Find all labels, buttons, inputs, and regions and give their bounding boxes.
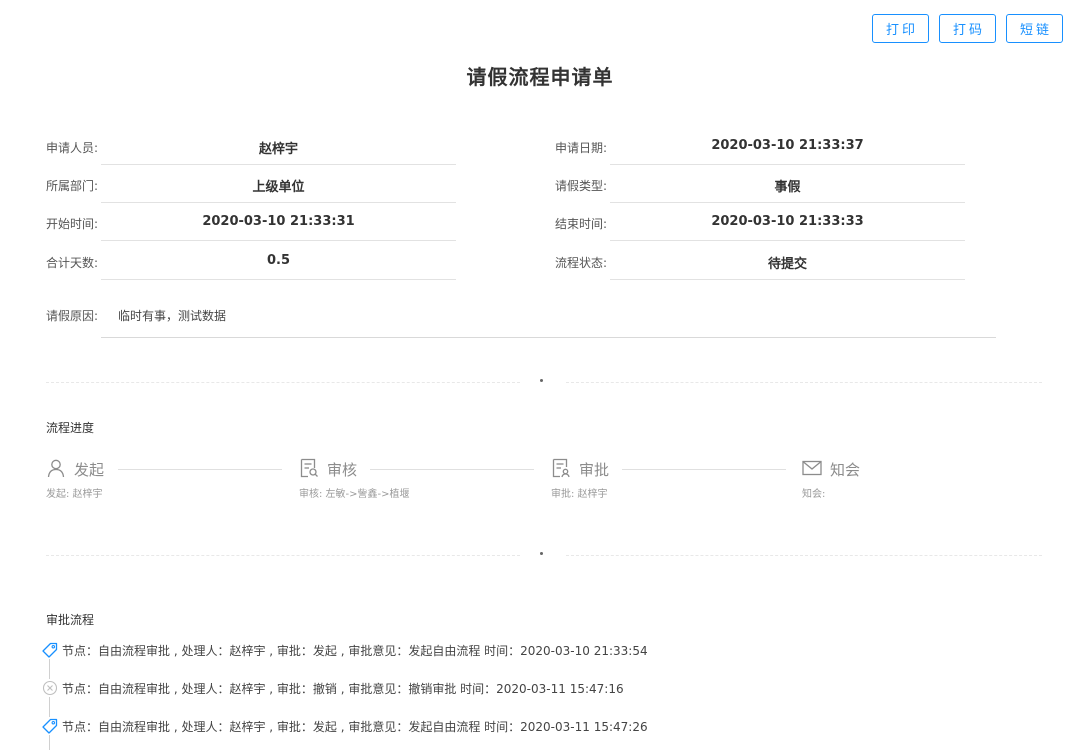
divider-dot [540,379,543,382]
timeline-connector [49,659,50,679]
field-value: 上级单位 [252,180,305,195]
field-label: 申请人员: [46,141,99,155]
field-underline [610,279,965,280]
field-value: 待提交 [767,257,807,272]
approval-entry: 节点：自由流程审批 , 处理人：赵梓宇 , 审批：撤销 , 审批意见：撤销审批 … [62,682,624,696]
field-label: 合计天数: [46,256,99,270]
step-name: 知会 [830,461,861,479]
step-connector [118,469,282,470]
close-circle-icon [42,680,58,696]
user-icon [47,459,65,478]
step-desc: 发起: 赵梓宇 [46,489,103,500]
code-button[interactable]: 打码 [939,14,996,43]
field-underline [610,164,965,165]
divider-dot [540,552,543,555]
step-connector [370,469,534,470]
timeline-connector [49,735,50,750]
step-desc: 审批: 赵梓宇 [551,489,608,500]
field-underline [101,279,456,280]
mail-icon [802,460,822,476]
field-value: 事假 [774,180,801,195]
field-underline [101,240,456,241]
field-underline [610,240,965,241]
approval-entry: 节点：自由流程审批 , 处理人：赵梓宇 , 审批：发起 , 审批意见：发起自由流… [62,644,648,658]
field-department: 所属部门: 上级单位 [46,177,456,203]
step-connector [622,469,786,470]
page-title: 请假流程申请单 [466,65,614,89]
step-name: 审批 [579,461,610,479]
timeline-connector [49,697,50,717]
field-value: 赵梓宇 [258,142,298,157]
toolbar: 打印 打码 短链 [872,14,1063,43]
field-total-days: 合计天数: 0.5 [46,253,456,280]
field-label: 申请日期: [555,141,608,155]
approval-section-title: 审批流程 [46,613,95,627]
field-start-time: 开始时间: 2020-03-10 21:33:31 [46,214,456,241]
field-label: 开始时间: [46,217,99,231]
field-flow-status: 流程状态: 待提交 [555,254,965,280]
tag-icon [42,718,58,734]
reason-value: 临时有事，测试数据 [118,309,227,323]
step-desc: 知会: [802,489,826,500]
reason-underline [101,337,996,338]
field-value: 2020-03-10 21:33:37 [711,138,864,153]
field-label: 结束时间: [555,217,608,231]
step-name: 审核 [327,461,358,479]
field-end-time: 结束时间: 2020-03-10 21:33:33 [555,214,965,241]
field-underline [610,202,965,203]
section-divider [46,379,1042,383]
approval-entry: 节点：自由流程审批 , 处理人：赵梓宇 , 审批：发起 , 审批意见：发起自由流… [62,720,648,734]
section-divider [46,552,1042,556]
field-value: 0.5 [266,253,291,268]
field-label: 请假类型: [555,179,608,193]
document-review-icon [300,458,318,478]
field-label: 流程状态: [555,256,608,270]
field-value: 2020-03-10 21:33:33 [711,214,864,229]
field-underline [101,164,456,165]
field-label: 所属部门: [46,179,99,193]
progress-section-title: 流程进度 [46,421,95,435]
field-apply-date: 申请日期: 2020-03-10 21:33:37 [555,138,965,165]
step-desc: 审核: 左敏->訾鑫->植堰 [299,489,410,500]
tag-icon [42,642,58,658]
field-underline [101,202,456,203]
short-link-button[interactable]: 短链 [1006,14,1063,43]
step-name: 发起 [74,461,105,479]
print-button[interactable]: 打印 [872,14,929,43]
field-value: 2020-03-10 21:33:31 [202,214,355,229]
reason-label: 请假原因: [46,309,99,323]
field-leave-type: 请假类型: 事假 [555,177,965,203]
field-applicant: 申请人员: 赵梓宇 [46,139,456,165]
document-approve-icon [552,458,570,478]
